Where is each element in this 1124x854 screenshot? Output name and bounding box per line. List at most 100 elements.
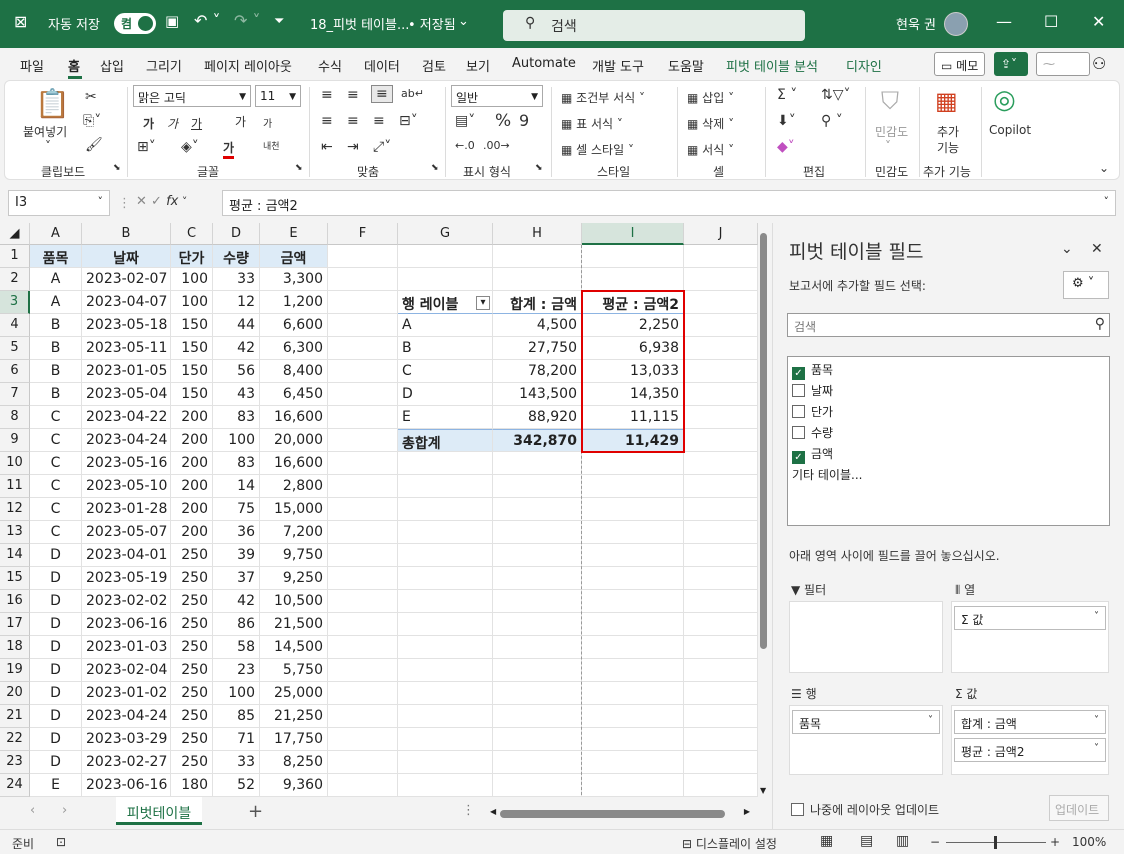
field-item[interactable]: ✓ 품목 <box>792 361 833 380</box>
cell[interactable] <box>398 475 493 498</box>
column-header[interactable]: A <box>30 223 82 245</box>
cell[interactable] <box>582 590 684 613</box>
table-cell[interactable]: 83 <box>213 452 260 475</box>
phonetic-button[interactable]: 내천 <box>263 139 280 152</box>
cell[interactable] <box>328 429 398 452</box>
column-header[interactable]: C <box>171 223 213 245</box>
copy-icon[interactable]: ⎘˅ <box>83 113 101 129</box>
table-cell[interactable]: 39 <box>213 544 260 567</box>
user-name[interactable]: 현욱 권 <box>896 14 936 33</box>
cell[interactable] <box>582 245 684 268</box>
table-cell[interactable]: 21,250 <box>260 705 328 728</box>
font-size-select[interactable]: 11 ▼ <box>255 85 301 107</box>
table-cell[interactable]: A <box>30 268 82 291</box>
cell[interactable] <box>328 544 398 567</box>
cell[interactable] <box>582 268 684 291</box>
table-cell[interactable]: 2023-05-16 <box>82 452 171 475</box>
field-item[interactable]: 수량 <box>792 424 833 441</box>
worksheet-grid[interactable]: ◢ A B C D E F G H I J 1 2 3 4 5 6 7 8 9 10 11 12 13 1… <box>0 223 758 797</box>
table-cell[interactable]: 6,450 <box>260 383 328 406</box>
table-cell[interactable]: 86 <box>213 613 260 636</box>
table-cell[interactable]: 150 <box>171 314 213 337</box>
tab-design[interactable]: 디자인 <box>846 56 882 75</box>
cell[interactable] <box>328 337 398 360</box>
column-header[interactable]: E <box>260 223 328 245</box>
dialog-launcher-icon[interactable]: ⬊ <box>431 163 439 173</box>
cell[interactable] <box>493 774 582 797</box>
cell[interactable] <box>582 498 684 521</box>
checkbox[interactable] <box>791 803 804 816</box>
next-sheet-icon[interactable]: › <box>62 803 67 818</box>
table-cell[interactable]: C <box>30 521 82 544</box>
copilot-button[interactable]: Copilot <box>989 123 1031 137</box>
cell[interactable] <box>328 314 398 337</box>
cell[interactable] <box>398 682 493 705</box>
table-cell[interactable]: 250 <box>171 751 213 774</box>
tab-home[interactable]: 홈 <box>68 56 80 75</box>
column-header[interactable]: G <box>398 223 493 245</box>
cell[interactable] <box>684 452 758 475</box>
cell[interactable] <box>328 475 398 498</box>
table-cell[interactable]: 23 <box>213 659 260 682</box>
cell[interactable] <box>328 245 398 268</box>
pivot-value[interactable]: 13,033 <box>582 360 684 383</box>
checkbox[interactable]: ✓ <box>792 367 805 380</box>
cell[interactable] <box>493 245 582 268</box>
qat-customize-icon[interactable]: ⏷ <box>274 14 284 29</box>
table-cell[interactable]: 85 <box>213 705 260 728</box>
values-area-item[interactable]: 합계 : 금액 ˅ <box>954 710 1106 734</box>
table-cell[interactable]: 14 <box>213 475 260 498</box>
table-cell[interactable]: 56 <box>213 360 260 383</box>
table-cell[interactable]: 42 <box>213 590 260 613</box>
select-all-corner[interactable]: ◢ <box>0 223 30 245</box>
page-break-view-icon[interactable]: ▥ <box>896 833 909 849</box>
table-cell[interactable]: 2023-05-10 <box>82 475 171 498</box>
cell[interactable] <box>328 383 398 406</box>
close-icon[interactable]: ✕ <box>1092 12 1105 31</box>
row-header[interactable]: 12 <box>0 498 30 521</box>
insert-cells-button[interactable]: ▦ 삽입 ˅ <box>687 89 734 106</box>
table-cell[interactable]: 44 <box>213 314 260 337</box>
cell[interactable] <box>398 544 493 567</box>
table-cell[interactable]: 200 <box>171 452 213 475</box>
cell[interactable] <box>328 751 398 774</box>
row-header[interactable]: 9 <box>0 429 30 452</box>
table-cell[interactable]: 200 <box>171 498 213 521</box>
table-cell[interactable]: 2023-06-16 <box>82 613 171 636</box>
table-cell[interactable]: 52 <box>213 774 260 797</box>
table-cell[interactable]: 2023-05-19 <box>82 567 171 590</box>
table-cell[interactable]: D <box>30 705 82 728</box>
cell[interactable] <box>582 567 684 590</box>
pivot-row-label[interactable]: E <box>398 406 493 429</box>
table-cell[interactable]: 58 <box>213 636 260 659</box>
table-cell[interactable]: D <box>30 636 82 659</box>
row-header[interactable]: 5 <box>0 337 30 360</box>
table-cell[interactable]: 2023-01-03 <box>82 636 171 659</box>
table-cell[interactable]: 21,500 <box>260 613 328 636</box>
table-cell[interactable]: 36 <box>213 521 260 544</box>
more-tables-link[interactable]: 기타 테이블... <box>792 466 862 483</box>
table-cell[interactable]: 2023-05-04 <box>82 383 171 406</box>
cell[interactable] <box>582 452 684 475</box>
table-cell[interactable]: D <box>30 567 82 590</box>
paste-icon[interactable]: 📋 <box>35 87 70 120</box>
tab-help[interactable]: 도움말 <box>668 56 704 75</box>
column-header[interactable]: I <box>582 223 684 245</box>
columns-area-item[interactable]: Σ 값 ˅ <box>954 606 1106 630</box>
cell[interactable] <box>493 751 582 774</box>
table-cell[interactable]: 250 <box>171 636 213 659</box>
clear-icon[interactable]: ◆˅ <box>777 139 795 155</box>
table-header[interactable]: 날짜 <box>82 245 171 268</box>
row-header[interactable]: 1 <box>0 245 30 268</box>
cut-icon[interactable]: ✂ <box>85 89 97 105</box>
table-cell[interactable]: 2023-04-24 <box>82 429 171 452</box>
row-header[interactable]: 13 <box>0 521 30 544</box>
save-status[interactable]: • 저장됨 <box>408 14 456 33</box>
table-cell[interactable]: 200 <box>171 429 213 452</box>
table-cell[interactable]: 37 <box>213 567 260 590</box>
table-cell[interactable]: B <box>30 360 82 383</box>
cell[interactable] <box>684 498 758 521</box>
field-item[interactable]: 날짜 <box>792 382 833 399</box>
table-cell[interactable]: 5,750 <box>260 659 328 682</box>
row-header[interactable]: 22 <box>0 728 30 751</box>
